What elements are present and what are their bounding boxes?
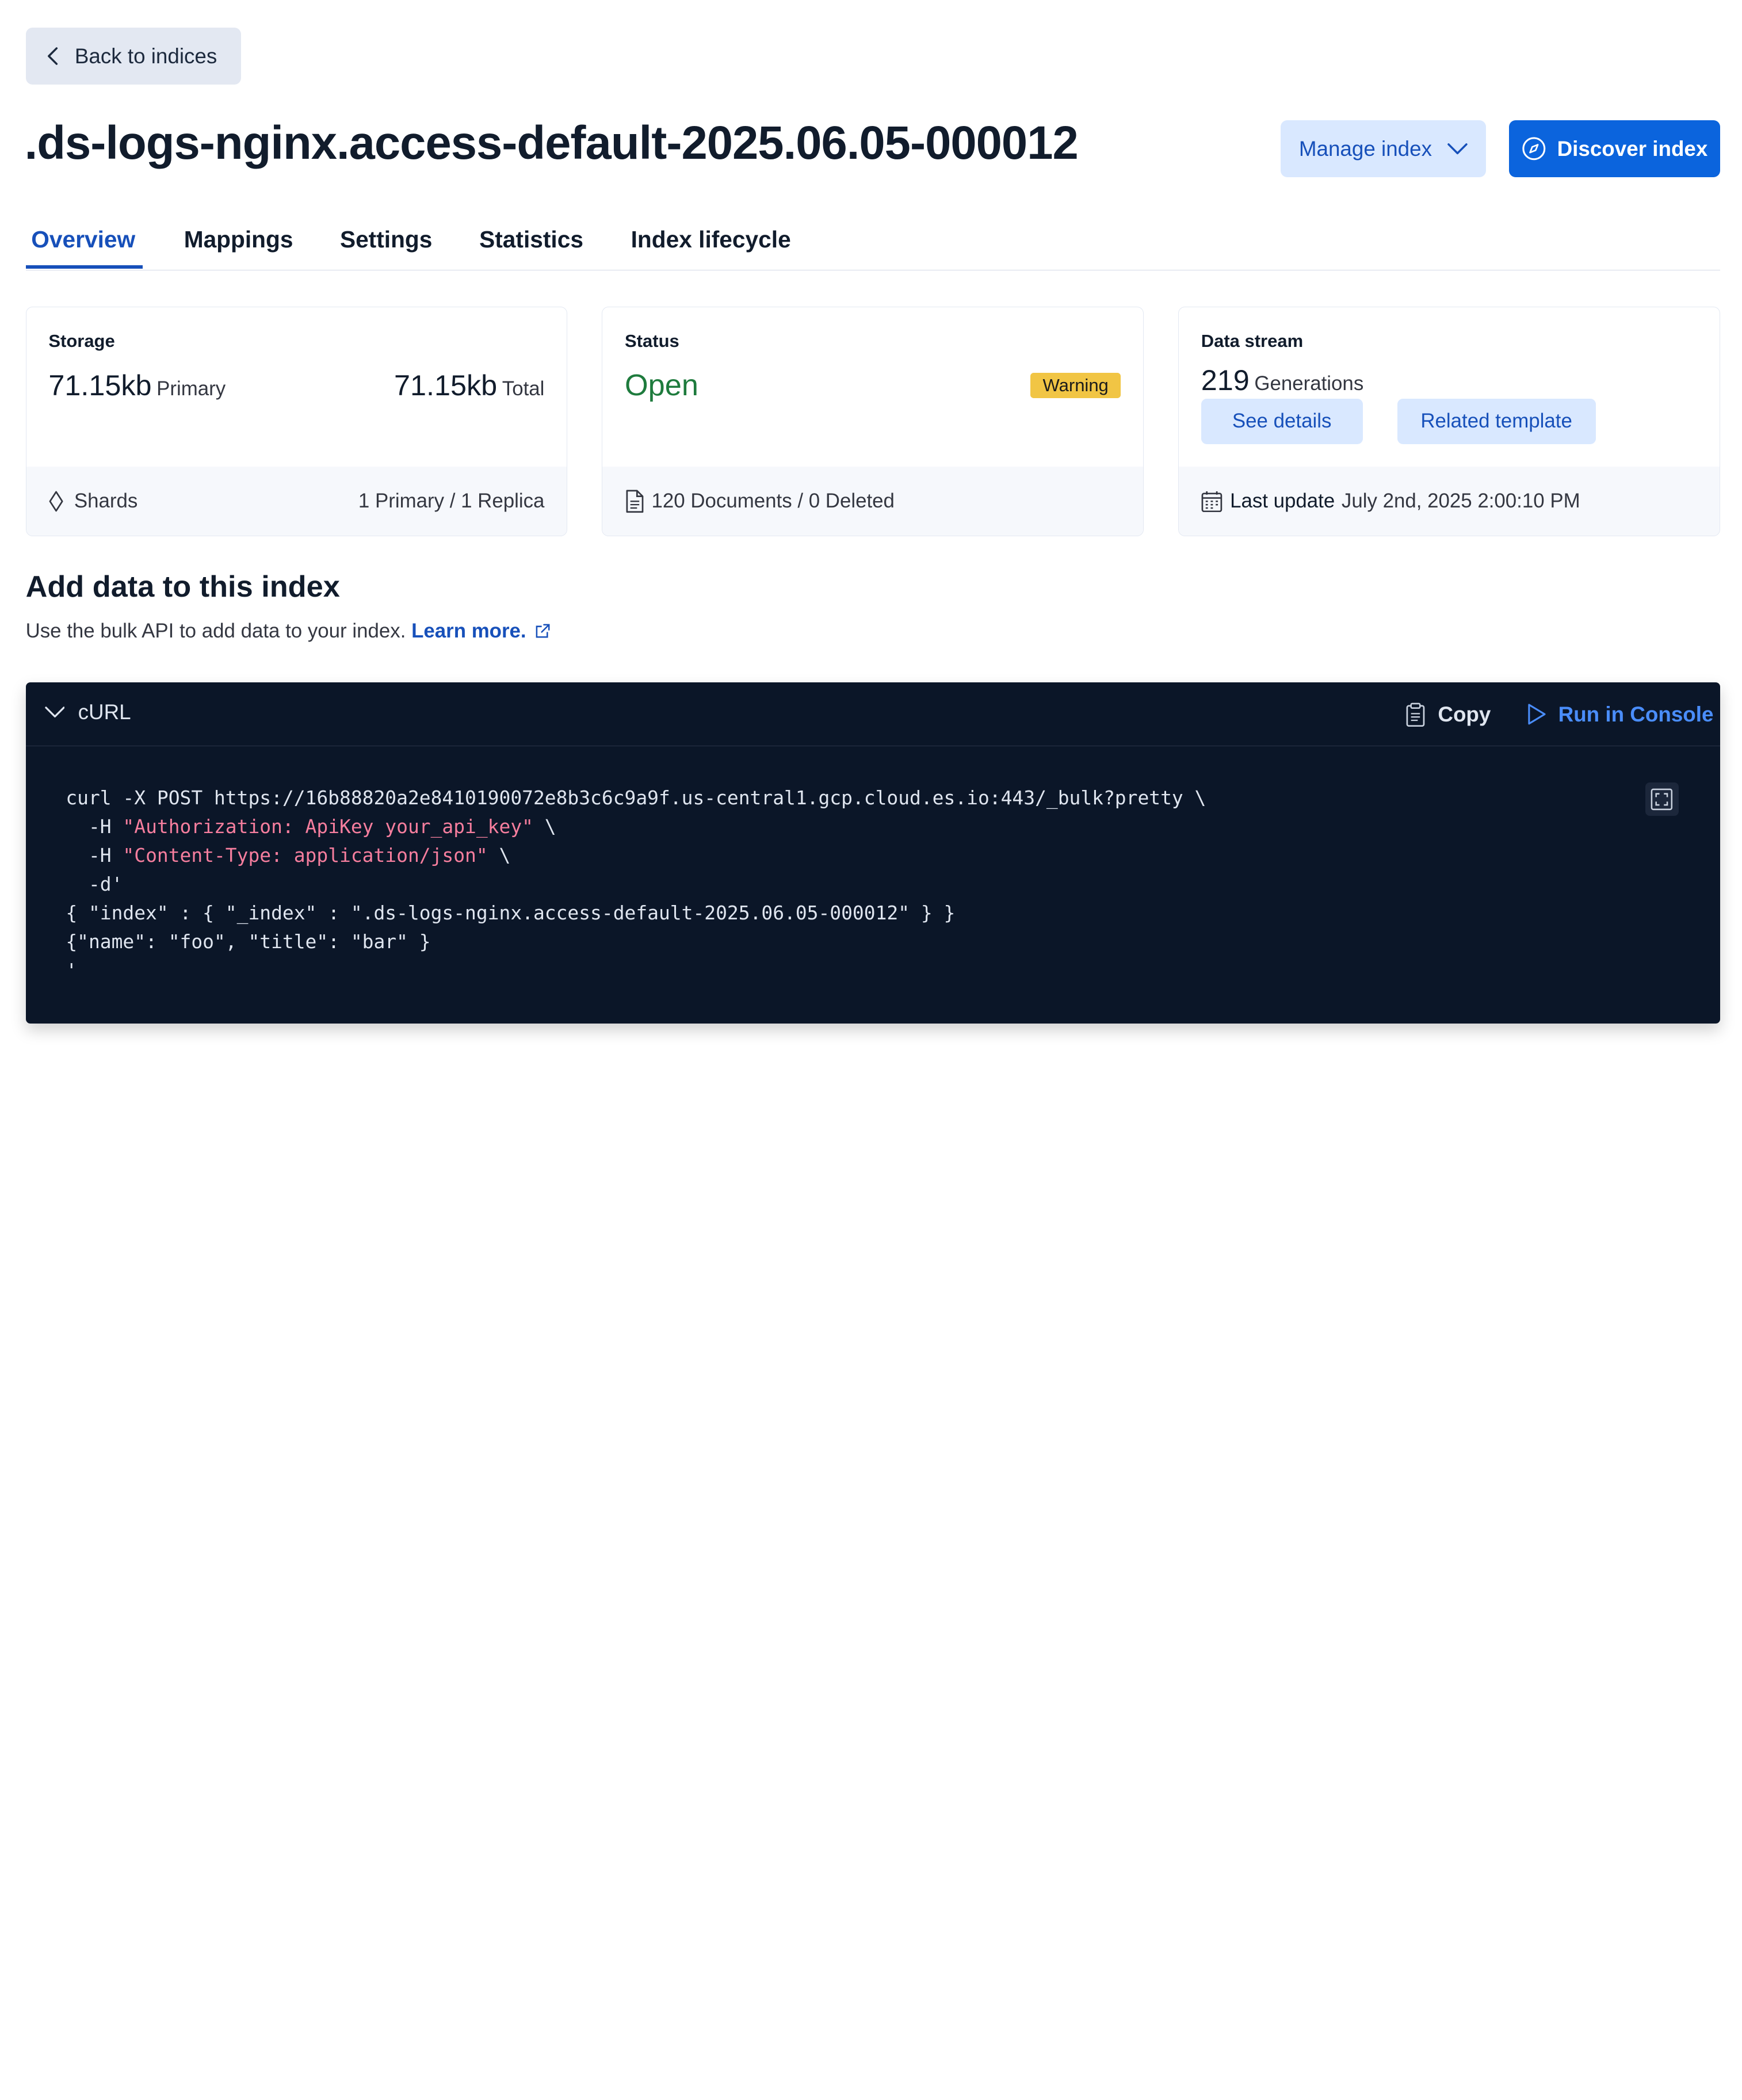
active-tab-indicator	[25, 265, 143, 269]
tab-settings[interactable]: Settings	[340, 226, 432, 253]
chevron-left-icon	[45, 47, 61, 66]
back-button-label: Back to indices	[74, 44, 217, 68]
generations-unit: Generations	[1254, 372, 1364, 395]
tab-index-lifecycle[interactable]: Index lifecycle	[631, 226, 791, 253]
code-panel-header: cURL Copy Run in Console	[25, 682, 1720, 747]
compass-icon	[1522, 136, 1546, 161]
tab-statistics[interactable]: Statistics	[479, 226, 583, 253]
add-data-description-text: Use the bulk API to add data to your ind…	[25, 620, 406, 643]
external-link-icon	[535, 621, 551, 644]
primary-storage-value: 71.15kb	[48, 369, 152, 402]
last-update-value: July 2nd, 2025 2:00:10 PM	[1341, 489, 1580, 512]
copy-label: Copy	[1438, 702, 1491, 726]
generations: 219 Generations	[1201, 363, 1364, 397]
total-storage: 71.15kb Total	[394, 368, 544, 402]
documents-footer: 120 Documents / 0 Deleted	[602, 466, 1143, 536]
code-token: \	[487, 844, 511, 867]
clipboard-icon	[1405, 702, 1428, 727]
fullscreen-icon	[1651, 788, 1673, 811]
code-token: \	[533, 815, 556, 838]
tab-mappings[interactable]: Mappings	[184, 226, 293, 253]
code-string: "Content-Type: application/json"	[123, 844, 488, 867]
status-badge: Warning	[1030, 373, 1121, 398]
code-token: -H	[66, 815, 123, 838]
manage-index-button[interactable]: Manage index	[1281, 120, 1486, 178]
document-icon	[625, 489, 645, 514]
play-icon	[1527, 703, 1547, 726]
total-storage-unit: Total	[502, 377, 545, 400]
run-in-console-label: Run in Console	[1558, 702, 1714, 726]
code-line: -H "Authorization: ApiKey your_api_key" …	[66, 812, 1206, 841]
code-line: curl -X POST https://16b88820a2e84101900…	[66, 786, 1206, 810]
total-storage-value: 71.15kb	[394, 369, 498, 402]
language-toggle[interactable]: cURL	[44, 700, 131, 724]
code-line: {"name": "foo", "title": "bar" }	[66, 930, 431, 953]
index-tabs: Overview Mappings Settings Statistics In…	[25, 212, 1720, 270]
code-line: { "index" : { "_index" : ".ds-logs-nginx…	[66, 902, 956, 924]
fullscreen-button[interactable]	[1645, 782, 1679, 816]
storage-card: Storage 71.15kb Primary 71.15kb Total Sh…	[25, 306, 568, 536]
learn-more-label: Learn more.	[411, 620, 526, 643]
status-label: Status	[625, 330, 679, 351]
documents-count: 120 Documents / 0 Deleted	[651, 489, 895, 512]
discover-index-label: Discover index	[1557, 136, 1708, 161]
last-update-label: Last update	[1230, 489, 1335, 512]
last-update-footer: Last update July 2nd, 2025 2:00:10 PM	[1178, 466, 1720, 536]
copy-button[interactable]: Copy	[1405, 702, 1491, 727]
tab-overview[interactable]: Overview	[31, 226, 135, 253]
generations-count: 219	[1201, 363, 1250, 396]
primary-storage-unit: Primary	[156, 377, 226, 400]
shards-label: Shards	[74, 489, 138, 512]
shards-footer: Shards 1 Primary / 1 Replica	[26, 466, 567, 536]
code-line: -H "Content-Type: application/json" \	[66, 841, 1206, 870]
add-data-description: Use the bulk API to add data to your ind…	[26, 620, 551, 644]
status-card: Status Open Warning 120 Documents / 0 De…	[602, 306, 1144, 536]
run-in-console-button[interactable]: Run in Console	[1527, 702, 1713, 727]
add-data-title: Add data to this index	[25, 570, 340, 604]
data-stream-label: Data stream	[1201, 330, 1304, 351]
language-label: cURL	[78, 700, 131, 724]
code-token: -H	[66, 844, 123, 867]
calendar-icon	[1201, 490, 1223, 513]
discover-index-button[interactable]: Discover index	[1509, 120, 1720, 178]
page-title: .ds-logs-nginx.access-default-2025.06.05…	[24, 116, 1079, 169]
primary-storage: 71.15kb Primary	[48, 368, 226, 402]
learn-more-link[interactable]: Learn more.	[411, 620, 551, 642]
shard-icon	[48, 490, 64, 513]
data-stream-card: Data stream 219 Generations See details …	[1178, 306, 1720, 536]
see-details-button[interactable]: See details	[1201, 398, 1363, 445]
shards-value: 1 Primary / 1 Replica	[358, 489, 545, 512]
code-line: '	[66, 959, 78, 982]
code-line: -d'	[66, 873, 123, 896]
status-value: Open	[625, 369, 698, 403]
storage-label: Storage	[48, 330, 115, 351]
manage-index-label: Manage index	[1298, 136, 1432, 161]
related-template-button[interactable]: Related template	[1397, 398, 1596, 445]
code-block: curl -X POST https://16b88820a2e84101900…	[66, 784, 1206, 985]
chevron-down-icon	[1447, 142, 1468, 155]
chevron-down-icon	[44, 705, 65, 719]
code-panel: cURL Copy Run in Console curl -X POST ht…	[25, 682, 1720, 1024]
code-string: "Authorization: ApiKey your_api_key"	[123, 815, 533, 838]
back-to-indices-button[interactable]: Back to indices	[25, 28, 241, 85]
